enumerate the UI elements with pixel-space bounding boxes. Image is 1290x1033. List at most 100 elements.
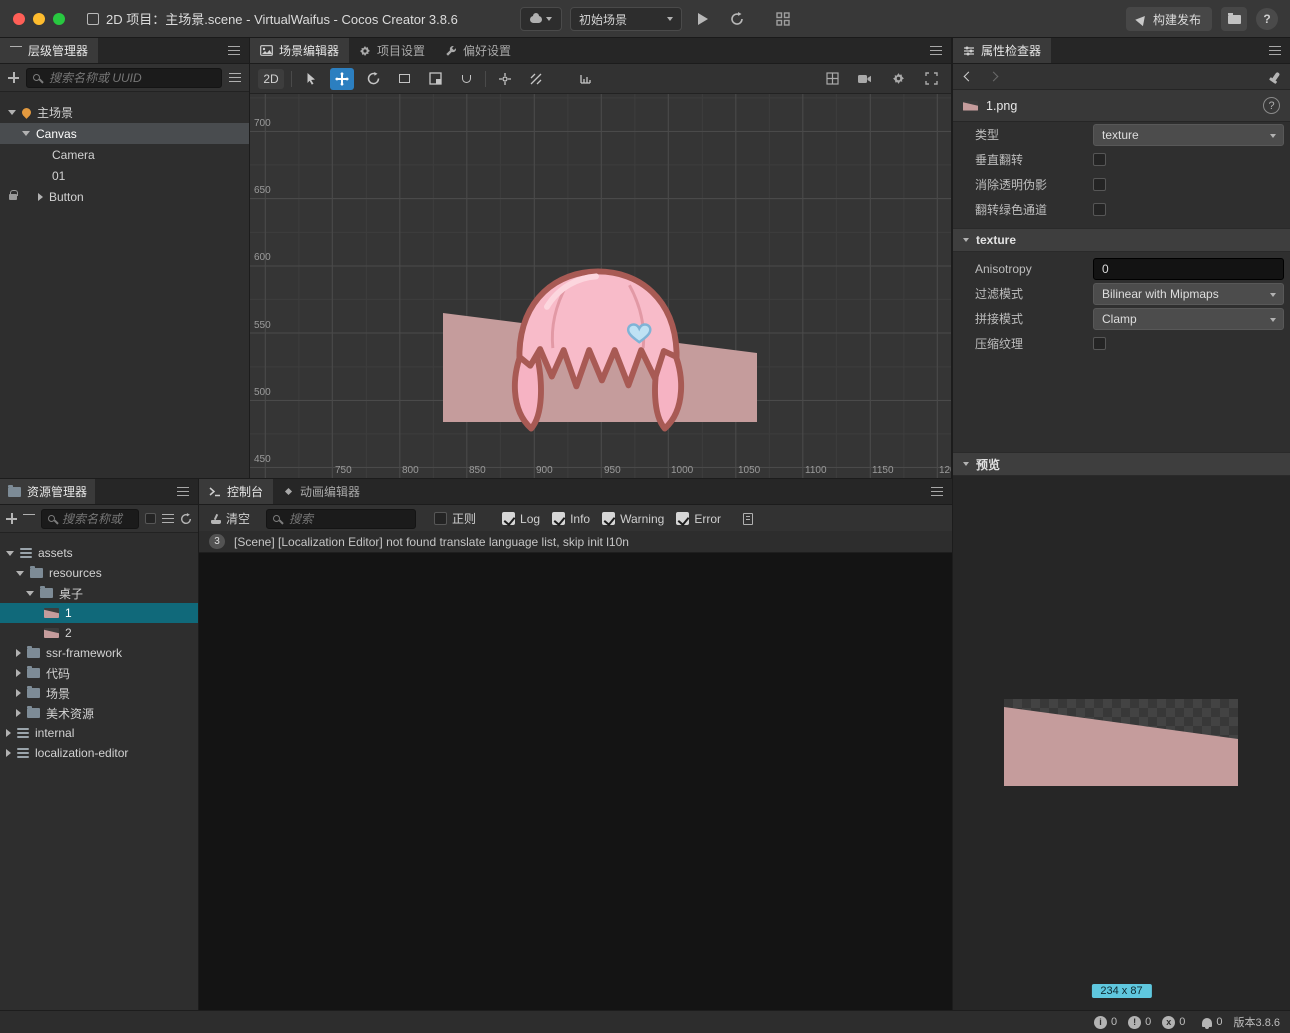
pin-icon[interactable] — [1271, 71, 1281, 82]
asset-node-ssr-framework[interactable]: ssr-framework — [0, 643, 198, 663]
asset-help-button[interactable]: ? — [1263, 97, 1280, 114]
status-info-counter[interactable]: i 0 — [1094, 1015, 1117, 1029]
add-asset-button[interactable] — [6, 513, 17, 524]
chevron-right-icon[interactable] — [6, 729, 11, 737]
assets-filter-icon[interactable] — [162, 513, 174, 524]
chevron-down-icon[interactable] — [8, 110, 16, 115]
console-menu-icon[interactable] — [931, 487, 943, 496]
filter-regex[interactable]: 正则 — [434, 510, 476, 527]
asset-node-localization-editor[interactable]: localization-editor — [0, 743, 198, 763]
tab-project-settings[interactable]: 项目设置 — [349, 38, 435, 63]
flip-vertical-checkbox[interactable] — [1093, 153, 1106, 166]
asset-node-table-folder[interactable]: 桌子 — [0, 583, 198, 603]
asset-node-scenes[interactable]: 场景 — [0, 683, 198, 703]
help-button[interactable]: ? — [1256, 8, 1278, 30]
asset-node-art[interactable]: 美术资源 — [0, 703, 198, 723]
layout-grid-button[interactable] — [770, 7, 796, 31]
texture-section-header[interactable]: texture — [953, 228, 1290, 252]
assets-menu-icon[interactable] — [177, 487, 189, 496]
chevron-down-icon[interactable] — [26, 590, 34, 596]
clear-console-button[interactable]: 清空 — [207, 510, 254, 527]
type-select[interactable]: texture — [1093, 123, 1284, 146]
tab-preferences[interactable]: 偏好设置 — [435, 38, 521, 63]
add-node-button[interactable] — [8, 72, 19, 83]
status-error-counter[interactable]: x 0 — [1162, 1015, 1185, 1029]
transform-gizmo-tool[interactable] — [454, 68, 478, 90]
assets-search-input[interactable] — [41, 508, 139, 529]
fix-alpha-checkbox[interactable] — [1093, 178, 1106, 191]
flip-green-checkbox[interactable] — [1093, 203, 1106, 216]
tab-console[interactable]: 控制台 — [199, 479, 274, 504]
asset-node-2[interactable]: 2 — [0, 623, 198, 643]
info-checkbox[interactable] — [552, 512, 566, 525]
chevron-right-icon[interactable] — [16, 709, 21, 717]
hierarchy-search-input[interactable] — [26, 67, 222, 88]
move-tool[interactable] — [330, 67, 354, 90]
warning-checkbox[interactable] — [602, 512, 616, 525]
scene-settings-button[interactable] — [886, 68, 910, 90]
measure-tool[interactable] — [573, 68, 597, 90]
snap-settings-tool[interactable] — [524, 68, 548, 90]
play-button[interactable] — [690, 7, 716, 31]
filter-mode-select[interactable]: Bilinear with Mipmaps — [1093, 282, 1284, 305]
chevron-right-icon[interactable] — [16, 649, 21, 657]
asset-node-code[interactable]: 代码 — [0, 663, 198, 683]
asset-node-resources[interactable]: resources — [0, 563, 198, 583]
hierarchy-menu-icon[interactable] — [228, 46, 240, 55]
gizmo-visibility-button[interactable] — [820, 68, 844, 90]
filter-log[interactable]: Log — [502, 512, 540, 526]
chevron-down-icon[interactable] — [22, 131, 30, 136]
fullscreen-button[interactable] — [919, 68, 943, 90]
asset-node-internal[interactable]: internal — [0, 723, 198, 743]
tree-node-01[interactable]: 01 — [0, 165, 249, 186]
rect-tool[interactable] — [392, 68, 416, 90]
tab-scene-editor[interactable]: 场景编辑器 — [250, 38, 350, 63]
status-notification-counter[interactable]: 0 — [1202, 1016, 1223, 1029]
scene-camera-button[interactable] — [853, 68, 877, 90]
hair-sprite[interactable] — [490, 260, 706, 442]
wrap-mode-select[interactable]: Clamp — [1093, 307, 1284, 330]
scene-viewport[interactable]: 700 650 600 550 500 450 750 800 850 900 … — [250, 94, 951, 478]
launch-scene-select[interactable]: 初始场景 — [570, 7, 682, 31]
log-checkbox[interactable] — [502, 512, 516, 525]
sort-assets-icon[interactable] — [23, 513, 35, 524]
tree-node-camera[interactable]: Camera — [0, 144, 249, 165]
assets-toggle-checkbox[interactable] — [145, 513, 156, 524]
mode-2d-toggle[interactable]: 2D — [258, 68, 284, 89]
chevron-right-icon[interactable] — [16, 669, 21, 677]
refresh-assets-button[interactable] — [180, 512, 192, 525]
anchor-tool[interactable] — [493, 68, 517, 90]
log-file-icon[interactable] — [743, 512, 753, 525]
console-log-area[interactable]: 3 [Scene] [Localization Editor] not foun… — [199, 531, 952, 1010]
reload-button[interactable] — [724, 7, 750, 31]
hierarchy-filter-icon[interactable] — [229, 72, 241, 83]
tab-assets[interactable]: 资源管理器 — [0, 479, 96, 504]
inspector-menu-icon[interactable] — [1269, 46, 1281, 55]
error-checkbox[interactable] — [676, 512, 690, 525]
status-warning-counter[interactable]: ! 0 — [1128, 1015, 1151, 1029]
filter-error[interactable]: Error — [676, 512, 721, 526]
filter-info[interactable]: Info — [552, 512, 590, 526]
select-tool[interactable] — [299, 68, 323, 90]
chevron-right-icon[interactable] — [38, 192, 43, 201]
chevron-down-icon[interactable] — [6, 550, 14, 556]
tab-hierarchy[interactable]: 层级管理器 — [0, 38, 99, 63]
preview-section-header[interactable]: 预览 — [953, 452, 1290, 476]
scale-tool[interactable] — [423, 68, 447, 90]
anisotropy-input[interactable] — [1093, 257, 1284, 280]
back-button[interactable] — [963, 71, 974, 82]
forward-button[interactable] — [988, 71, 999, 82]
regex-checkbox[interactable] — [434, 512, 448, 525]
close-window-button[interactable] — [13, 12, 25, 25]
tree-node-canvas[interactable]: Canvas — [0, 123, 249, 144]
platform-select[interactable] — [520, 7, 562, 31]
tree-node-scene[interactable]: 主场景 — [0, 102, 249, 123]
lock-icon[interactable] — [9, 189, 18, 200]
chevron-right-icon[interactable] — [6, 749, 11, 757]
asset-node-assets[interactable]: assets — [0, 543, 198, 563]
chevron-down-icon[interactable] — [16, 570, 24, 576]
rotate-tool[interactable] — [361, 68, 385, 90]
log-entry[interactable]: 3 [Scene] [Localization Editor] not foun… — [199, 531, 952, 553]
compress-checkbox[interactable] — [1093, 337, 1106, 350]
chevron-right-icon[interactable] — [16, 689, 21, 697]
